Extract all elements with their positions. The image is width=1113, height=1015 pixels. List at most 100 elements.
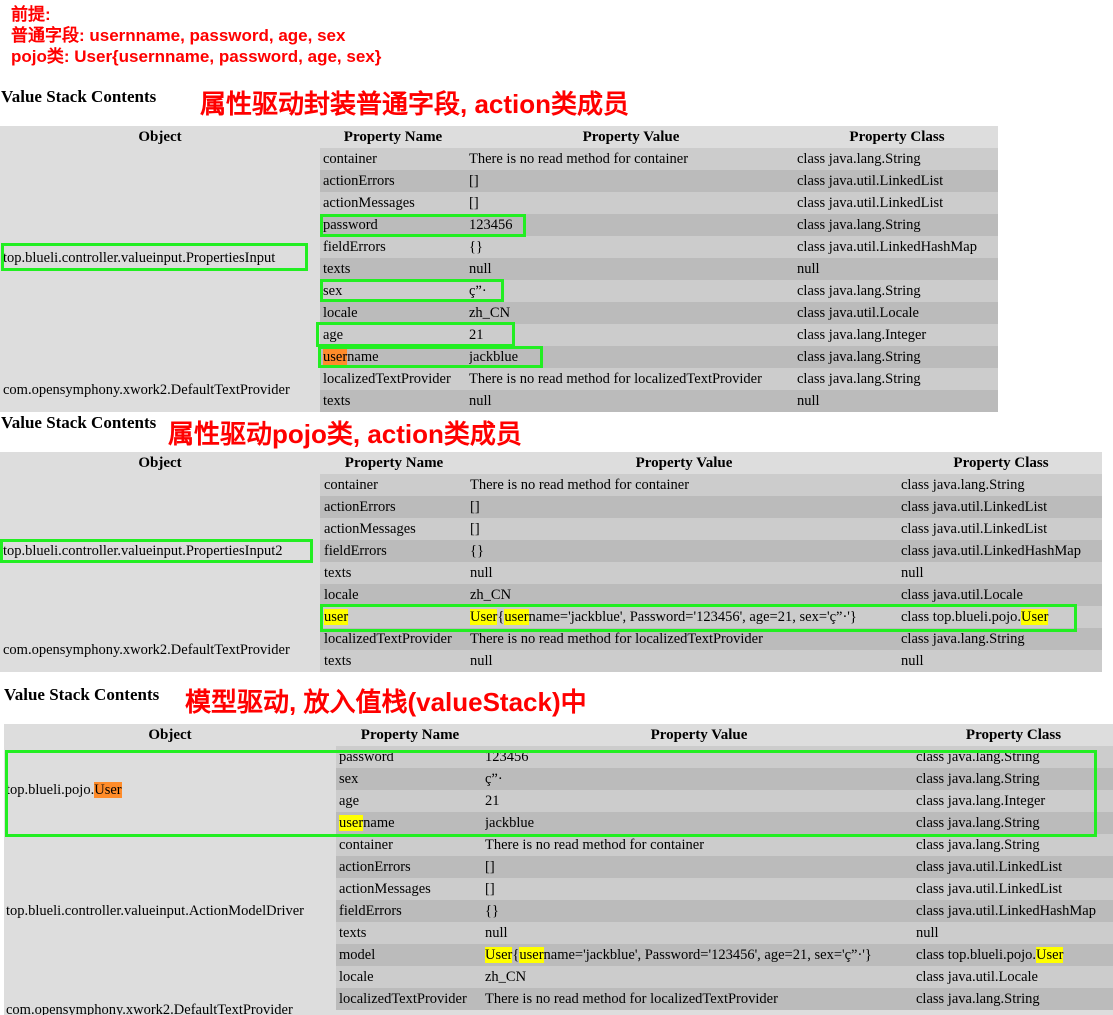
highlight-box-user-row (320, 604, 1077, 632)
property-name-cell: locale (323, 305, 358, 321)
property-class-cell: class java.util.LinkedList (916, 881, 1063, 897)
property-value-cell: [] (469, 195, 479, 211)
property-value-cell: There is no read method for localizedTex… (469, 371, 762, 387)
premise-title: 前提: (11, 5, 51, 24)
property-row: texts null null (336, 922, 1113, 944)
property-class-cell: null (797, 393, 820, 409)
section1-object-default-text-provider: com.opensymphony.xwork2.DefaultTextProvi… (3, 382, 290, 398)
highlight-box-object (1, 243, 308, 271)
property-value-cell: {} (485, 903, 499, 919)
property-value-cell: null (469, 261, 492, 277)
property-row: localizedTextProvider There is no read me… (336, 988, 1113, 1010)
property-class-cell: class java.util.LinkedList (916, 859, 1063, 875)
property-class-cell: class java.util.Locale (916, 969, 1038, 985)
property-value-cell: [] (485, 859, 495, 875)
property-row: fieldErrors {} class java.util.LinkedHashM… (336, 900, 1113, 922)
property-row: texts null null (320, 562, 1102, 584)
property-value-cell: 21 (469, 327, 484, 343)
property-name-cell: model (339, 947, 376, 963)
property-class-cell: null (797, 261, 820, 277)
property-value-cell: null (485, 925, 508, 941)
highlight-box-password (320, 214, 526, 237)
property-value-cell: There is no read method for container (469, 151, 689, 167)
header-property-class: Property Class (965, 727, 1062, 743)
property-class-cell: class java.lang.String (797, 151, 921, 167)
highlight-box-sex (320, 279, 504, 302)
property-class-cell: class java.util.LinkedList (901, 499, 1048, 515)
property-class-cell: class java.util.LinkedHashMap (916, 903, 1096, 919)
property-class-cell: class java.util.LinkedHashMap (797, 239, 977, 255)
property-value-cell: There is no read method for localizedTex… (485, 991, 778, 1007)
property-name-cell: texts (339, 925, 367, 941)
property-class-cell: class java.lang.String (797, 217, 921, 233)
property-row: actionMessages [] class java.util.LinkedLi… (336, 878, 1113, 900)
header-property-name: Property Name (343, 129, 443, 145)
property-value-cell: There is no read method for container (485, 837, 705, 853)
property-class-cell: class java.util.Locale (901, 587, 1023, 603)
property-class-cell: class java.lang.String (916, 837, 1040, 853)
property-value-cell: ç”· (469, 283, 487, 299)
section3-title: Value Stack Contents (4, 685, 160, 704)
property-class-cell: class java.util.LinkedList (797, 195, 944, 211)
section2-object-default-text-provider: com.opensymphony.xwork2.DefaultTextProvi… (3, 642, 290, 658)
header-property-value: Property Value (582, 129, 680, 145)
property-row: actionErrors [] class java.util.LinkedList (320, 170, 998, 192)
property-value-cell: [] (470, 521, 480, 537)
section3-annotation: 模型驱动, 放入值栈(valueStack)中 (185, 687, 587, 717)
highlight-box-object2 (0, 539, 313, 563)
property-row: actionErrors [] class java.util.LinkedList (336, 856, 1113, 878)
section2-annotation: 属性驱动pojo类, action类成员 (168, 419, 522, 449)
section3-object-default-text-provider: com.opensymphony.xwork2.DefaultTextProvi… (6, 1002, 293, 1015)
section2-title: Value Stack Contents (1, 413, 157, 432)
premise-fields: 普通字段: usernname, password, age, sex (11, 26, 346, 45)
property-row: actionMessages [] class java.util.LinkedLi… (320, 518, 1102, 540)
highlight-box-username (318, 346, 543, 368)
property-name-cell: fieldErrors (324, 543, 387, 559)
header-property-class: Property Class (849, 129, 945, 145)
property-value-cell: {} (469, 239, 483, 255)
property-value-cell: zh_CN (469, 305, 511, 321)
property-name-cell: texts (324, 565, 352, 581)
property-name-cell: texts (324, 653, 352, 669)
property-value-cell: null (470, 565, 493, 581)
property-name-cell: actionErrors (323, 173, 395, 189)
user-highlight: User (485, 947, 513, 963)
property-class-cell: class java.lang.String (901, 477, 1025, 493)
property-name-cell: localizedTextProvider (323, 371, 451, 387)
property-name-cell: localizedTextProvider (339, 991, 467, 1007)
property-row: locale zh_CN class java.util.Locale (320, 584, 1102, 606)
property-name-cell: actionMessages (339, 881, 431, 897)
property-class-cell: null (901, 565, 924, 581)
text-fragment: name='jackblue', Password='123456', age=… (543, 947, 872, 963)
premise-block: 前提: 普通字段: usernname, password, age, sex … (11, 4, 381, 67)
user-highlight: User (1036, 947, 1064, 963)
property-row: texts null null (320, 650, 1102, 672)
property-class-cell: null (916, 925, 939, 941)
property-name-cell: actionMessages (324, 521, 416, 537)
property-name-cell: container (323, 151, 377, 167)
property-value-cell: {} (470, 543, 484, 559)
property-value-cell: null (469, 393, 492, 409)
property-row: texts null null (320, 390, 998, 412)
property-row: actionErrors [] class java.util.LinkedList (320, 496, 1102, 518)
property-value-cell: zh_CN (485, 969, 527, 985)
property-class-cell: class java.lang.String (916, 991, 1040, 1007)
property-class-cell: class top.blueli.pojo.User (916, 944, 1113, 966)
property-row: container There is no read method for con… (320, 474, 1102, 496)
premise-pojo: pojo类: User{usernname, password, age, se… (11, 47, 382, 66)
highlight-box-age (316, 322, 515, 347)
property-class-cell: class java.lang.String (797, 371, 921, 387)
property-row: fieldErrors {} class java.util.LinkedHashM… (320, 540, 1102, 562)
header-object: Object (138, 455, 182, 471)
property-row: container There is no read method for con… (320, 148, 998, 170)
property-value-cell: null (470, 653, 493, 669)
property-name-cell: actionErrors (339, 859, 411, 875)
header-property-name: Property Name (360, 727, 460, 743)
property-name-cell: container (324, 477, 378, 493)
property-name-cell: texts (323, 261, 351, 277)
section1-annotation: 属性驱动封装普通字段, action类成员 (200, 89, 630, 119)
property-class-cell: class java.util.LinkedList (901, 521, 1048, 537)
property-row: locale zh_CN class java.util.Locale (320, 302, 998, 324)
header-object: Object (148, 727, 192, 743)
property-class-cell: class java.lang.Integer (797, 327, 927, 343)
